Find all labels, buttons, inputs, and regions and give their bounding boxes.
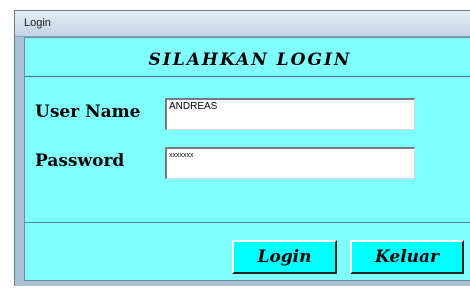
username-input[interactable]: ANDREAS <box>165 98 415 130</box>
login-button[interactable]: Login <box>232 240 337 274</box>
window-title: Login <box>24 17 51 29</box>
form-heading: SILAHKAN LOGIN <box>148 50 352 70</box>
login-form: SILAHKAN LOGIN User Name ANDREAS Passwor… <box>24 37 470 281</box>
password-label: Password <box>35 151 125 171</box>
heading-divider <box>25 76 470 77</box>
username-label: User Name <box>35 102 141 122</box>
button-area-divider <box>25 222 470 223</box>
login-window: Login SILAHKAN LOGIN User Name ANDREAS P… <box>14 10 470 286</box>
title-bar[interactable]: Login <box>15 11 470 37</box>
keluar-button[interactable]: Keluar <box>350 240 464 274</box>
password-input[interactable]: xxxxxxx <box>165 147 415 179</box>
